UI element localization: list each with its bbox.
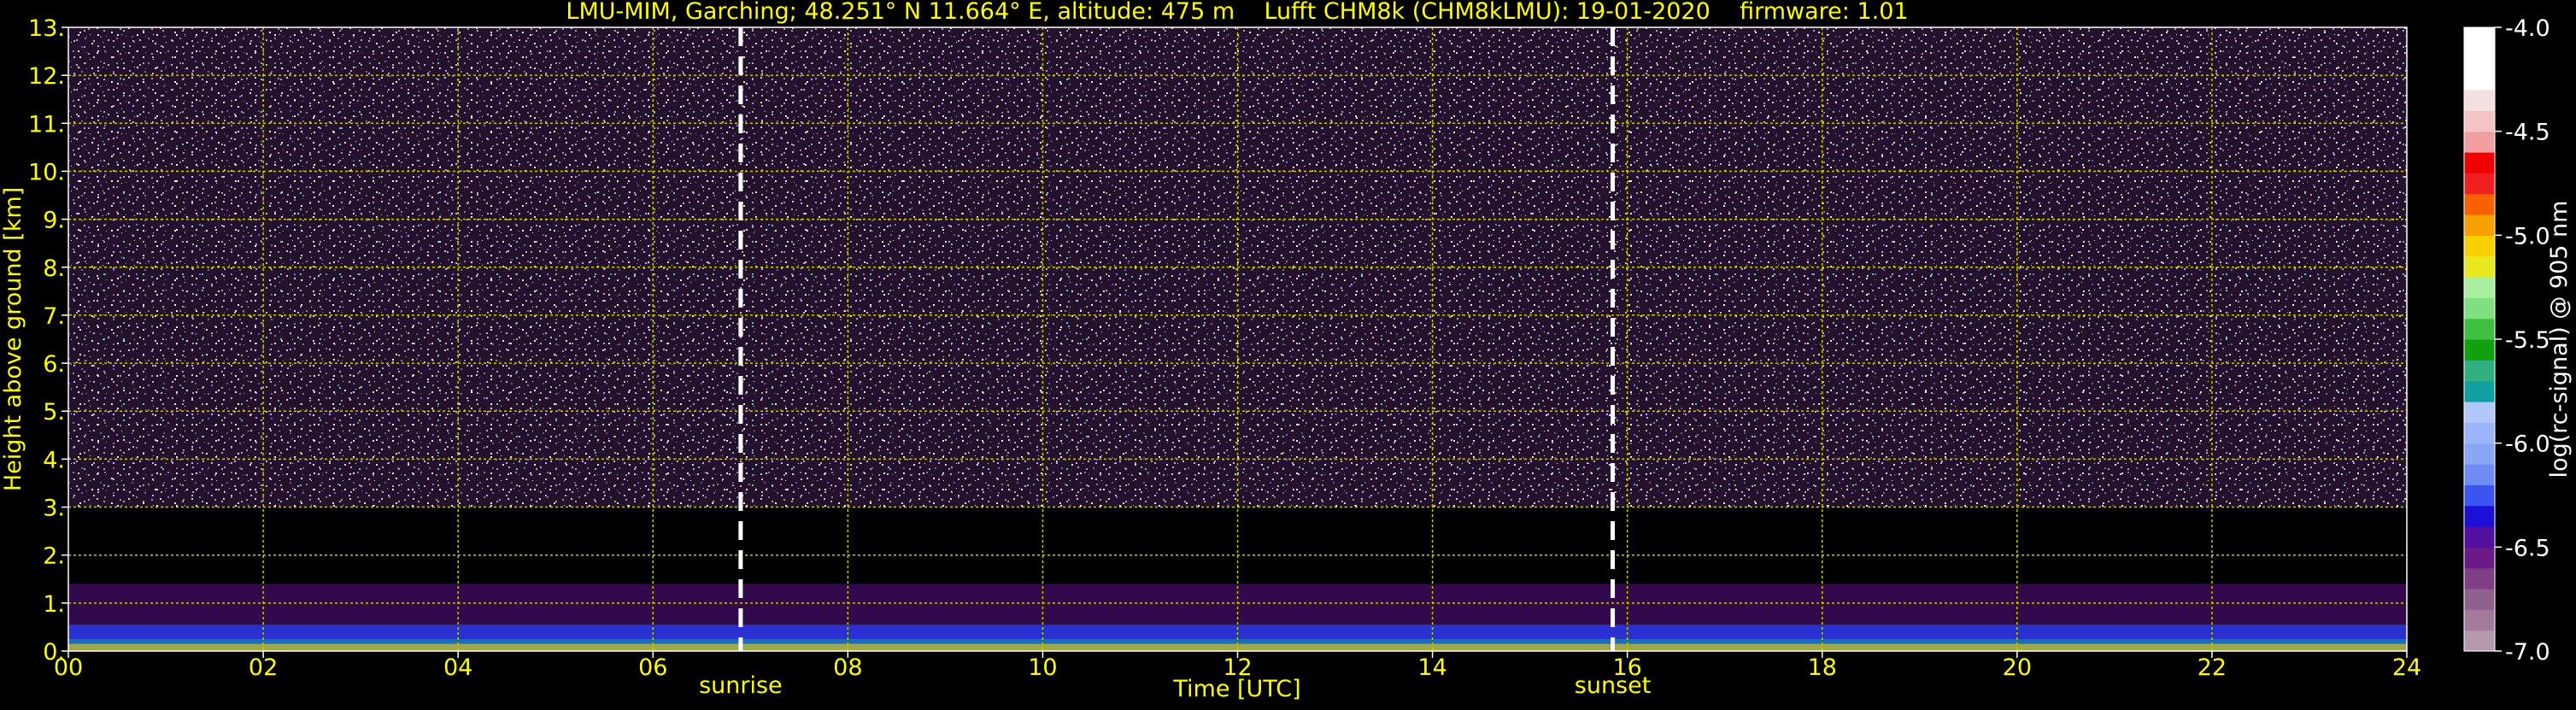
x-tick-label: 16 [1612, 654, 1641, 681]
x-tick-label: 22 [2198, 654, 2227, 681]
colorbar-segment [2464, 277, 2495, 298]
y-axis-ticks: 0. 1. 2. 3. 4. 5. 6. 7. 8. 9. 10. 11. 12. 13. [28, 15, 68, 666]
colorbar-segment [2464, 464, 2495, 485]
x-tick-label: 02 [249, 654, 278, 681]
colorbar-segment [2464, 630, 2495, 652]
colorbar-segment [2464, 505, 2495, 527]
colorbar-segment [2464, 68, 2495, 91]
colorbar-segment [2464, 609, 2495, 631]
y-tick-label: 10. [28, 159, 65, 185]
colorbar-segment [2464, 48, 2495, 70]
chart-title: LMU-MIM, Garching; 48.251° N 11.664° E, … [566, 0, 1908, 25]
sunrise-label: sunrise [699, 672, 783, 699]
colorbar-segment [2464, 380, 2495, 402]
y-tick-label: 3. [43, 496, 65, 522]
ceilometer-chart: sunrise sunset 00 02 04 06 08 10 12 14 16 18 20 22 24… [0, 0, 2576, 706]
colorbar-segment [2464, 567, 2495, 590]
colorbar-segment [2464, 402, 2495, 423]
colorbar: -4.0 -4.5 -5.0 -5.5 -6.0 -6.5 -7.0 [2463, 15, 2550, 666]
y-tick-label: 13. [28, 15, 65, 42]
colorbar-tick-label: -4.5 [2505, 120, 2550, 146]
colorbar-segment [2464, 27, 2495, 49]
colorbar-tick-label: -7.0 [2505, 639, 2550, 666]
colorbar-segment [2464, 90, 2495, 111]
x-axis-label: Time [UTC] [1172, 676, 1300, 702]
colorbar-segment [2464, 214, 2495, 236]
x-tick-label: 24 [2392, 654, 2421, 681]
colorbar-label: log(rc-signal) @ 905 nm [2546, 201, 2573, 478]
colorbar-segment [2464, 526, 2495, 548]
colorbar-segment [2464, 173, 2495, 195]
colorbar-tick-label: -5.0 [2505, 223, 2550, 249]
colorbar-segment [2464, 589, 2495, 610]
colorbar-segment [2464, 152, 2495, 173]
y-tick-label: 6. [43, 351, 65, 378]
x-tick-label: 10 [1028, 654, 1057, 681]
x-tick-label: 20 [2003, 654, 2032, 681]
y-tick-label: 1. [43, 591, 65, 618]
colorbar-segment [2464, 131, 2495, 153]
y-tick-label: 9. [43, 208, 65, 234]
y-tick-label: 0. [43, 639, 65, 666]
x-tick-label: 06 [638, 654, 667, 681]
colorbar-tick-label: -5.5 [2505, 327, 2550, 354]
y-tick-label: 11. [28, 111, 65, 138]
y-tick-label: 4. [43, 447, 65, 473]
colorbar-segment [2464, 318, 2495, 340]
y-tick-label: 2. [43, 543, 65, 570]
y-tick-label: 5. [43, 399, 65, 425]
colorbar-segment [2464, 110, 2495, 132]
chart-svg: sunrise sunset 00 02 04 06 08 10 12 14 16 18 20 22 24… [0, 0, 2573, 702]
colorbar-segment [2464, 297, 2495, 320]
colorbar-segment [2464, 360, 2495, 382]
colorbar-segment [2464, 339, 2495, 361]
colorbar-segment [2464, 422, 2495, 444]
colorbar-segment [2464, 255, 2495, 278]
colorbar-tick-label: -4.0 [2505, 15, 2550, 42]
colorbar-tick-label: -6.0 [2505, 431, 2550, 458]
x-tick-label: 18 [1808, 654, 1837, 681]
y-tick-label: 7. [43, 303, 65, 330]
y-axis-label: Height above ground [km] [0, 187, 26, 491]
x-tick-label: 04 [443, 654, 472, 681]
y-tick-label: 12. [28, 63, 65, 90]
colorbar-segment [2464, 235, 2495, 257]
colorbar-tick-label: -6.5 [2505, 535, 2550, 561]
x-tick-label: 08 [833, 654, 862, 681]
colorbar-segment [2464, 443, 2495, 465]
colorbar-segment [2464, 547, 2495, 569]
colorbar-segment [2464, 484, 2495, 507]
y-tick-label: 8. [43, 255, 65, 282]
x-tick-label: 14 [1417, 654, 1446, 681]
colorbar-segment [2464, 193, 2495, 215]
